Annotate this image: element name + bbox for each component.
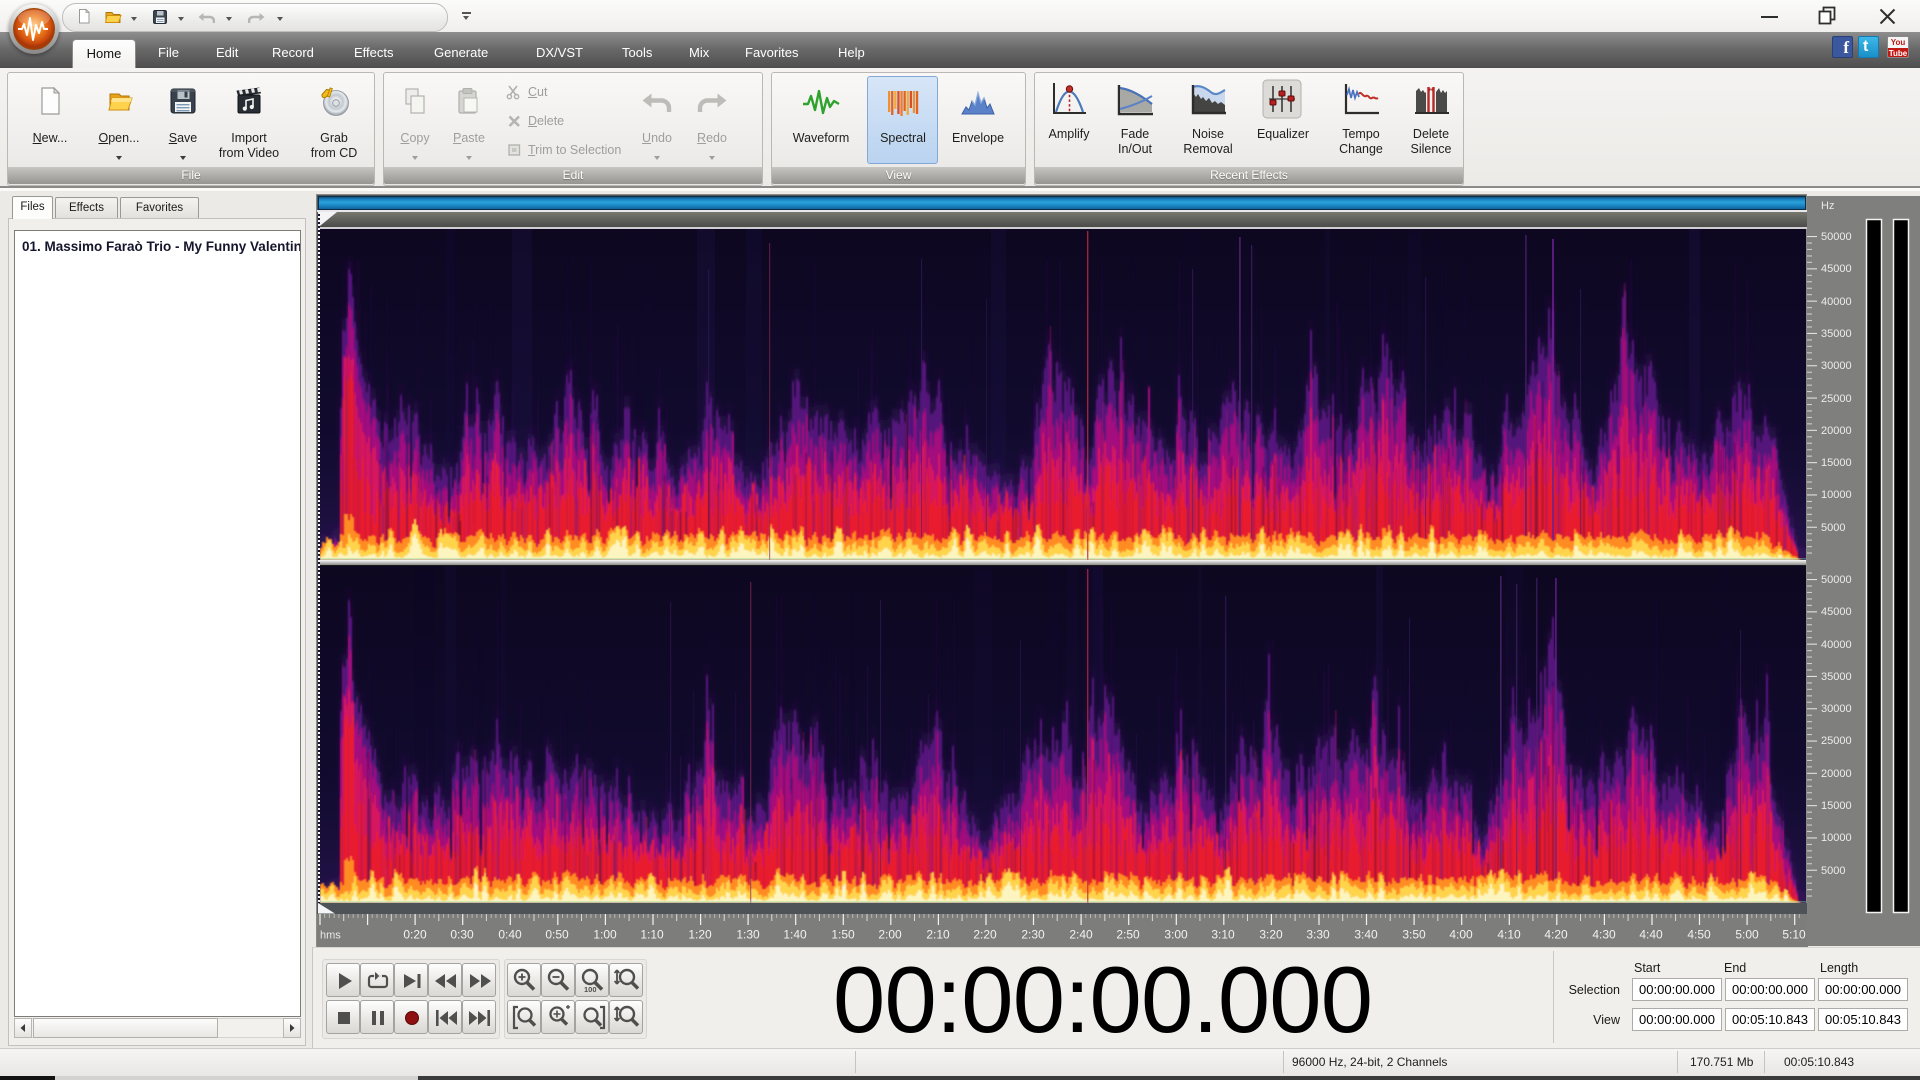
svg-text:1:10: 1:10 bbox=[640, 928, 664, 942]
svg-text:3:40: 3:40 bbox=[1354, 928, 1378, 942]
svg-text:45000: 45000 bbox=[1821, 606, 1852, 618]
svg-text:5:00: 5:00 bbox=[1735, 928, 1759, 942]
svg-text:4:40: 4:40 bbox=[1639, 928, 1663, 942]
svg-text:5:10: 5:10 bbox=[1782, 928, 1806, 942]
svg-text:0:20: 0:20 bbox=[403, 928, 427, 942]
svg-text:3:20: 3:20 bbox=[1259, 928, 1283, 942]
svg-text:15000: 15000 bbox=[1821, 457, 1852, 469]
svg-text:2:20: 2:20 bbox=[973, 928, 997, 942]
svg-text:3:50: 3:50 bbox=[1402, 928, 1426, 942]
svg-text:3:30: 3:30 bbox=[1306, 928, 1330, 942]
svg-text:40000: 40000 bbox=[1821, 296, 1852, 308]
svg-text:100: 100 bbox=[584, 985, 597, 994]
svg-text:25000: 25000 bbox=[1821, 393, 1852, 405]
svg-text:15000: 15000 bbox=[1821, 800, 1852, 812]
svg-text:1:30: 1:30 bbox=[736, 928, 760, 942]
svg-text:2:40: 2:40 bbox=[1069, 928, 1093, 942]
svg-text:10000: 10000 bbox=[1821, 832, 1852, 844]
svg-text:2:30: 2:30 bbox=[1021, 928, 1045, 942]
svg-text:5000: 5000 bbox=[1821, 865, 1845, 877]
svg-text:20000: 20000 bbox=[1821, 768, 1852, 780]
svg-text:3:00: 3:00 bbox=[1164, 928, 1188, 942]
svg-text:1:00: 1:00 bbox=[593, 928, 617, 942]
svg-text:4:10: 4:10 bbox=[1497, 928, 1521, 942]
svg-text:2:50: 2:50 bbox=[1116, 928, 1140, 942]
svg-text:2:00: 2:00 bbox=[878, 928, 902, 942]
svg-text:1:20: 1:20 bbox=[688, 928, 712, 942]
svg-text:20000: 20000 bbox=[1821, 425, 1852, 437]
svg-text:4:20: 4:20 bbox=[1544, 928, 1568, 942]
svg-text:3:10: 3:10 bbox=[1211, 928, 1235, 942]
svg-text:35000: 35000 bbox=[1821, 671, 1852, 683]
svg-text:30000: 30000 bbox=[1821, 360, 1852, 372]
svg-text:50000: 50000 bbox=[1821, 574, 1852, 586]
svg-text:hms: hms bbox=[320, 930, 341, 942]
svg-text:45000: 45000 bbox=[1821, 263, 1852, 275]
svg-text:35000: 35000 bbox=[1821, 328, 1852, 340]
svg-text:25000: 25000 bbox=[1821, 735, 1852, 747]
svg-text:4:50: 4:50 bbox=[1687, 928, 1711, 942]
svg-text:40000: 40000 bbox=[1821, 639, 1852, 651]
svg-text:Hz: Hz bbox=[1821, 200, 1834, 212]
svg-text:30000: 30000 bbox=[1821, 703, 1852, 715]
svg-text:0:40: 0:40 bbox=[498, 928, 522, 942]
svg-text:1:50: 1:50 bbox=[831, 928, 855, 942]
svg-text:2:10: 2:10 bbox=[926, 928, 950, 942]
svg-text:0:50: 0:50 bbox=[545, 928, 569, 942]
svg-text:0:30: 0:30 bbox=[450, 928, 474, 942]
svg-text:50000: 50000 bbox=[1821, 231, 1852, 243]
svg-text:1:40: 1:40 bbox=[783, 928, 807, 942]
svg-text:4:00: 4:00 bbox=[1449, 928, 1473, 942]
svg-text:10000: 10000 bbox=[1821, 489, 1852, 501]
svg-text:5000: 5000 bbox=[1821, 522, 1845, 534]
svg-text:4:30: 4:30 bbox=[1592, 928, 1616, 942]
